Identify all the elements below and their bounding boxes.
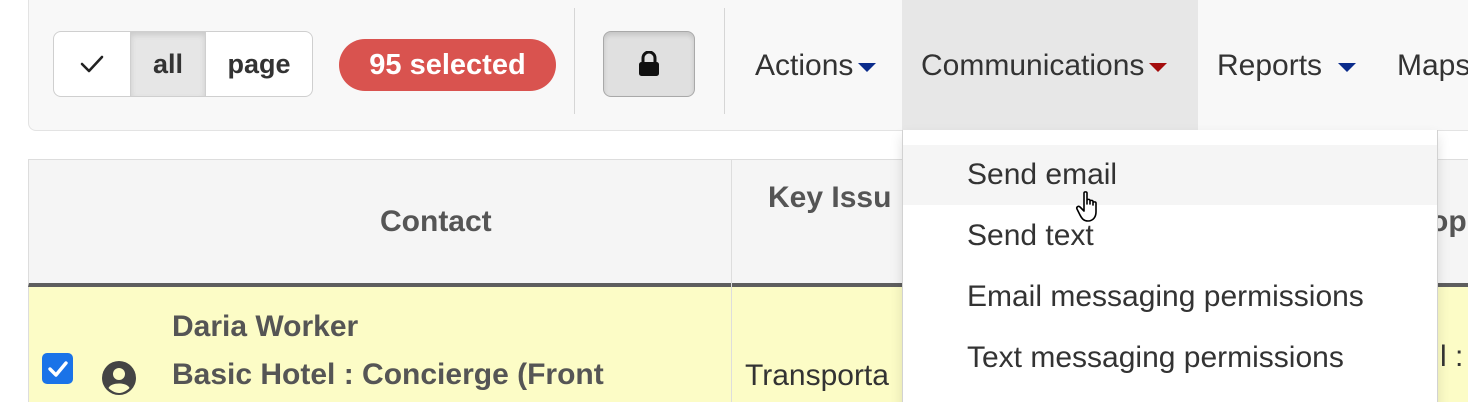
communications-menu-label: Communications bbox=[921, 48, 1145, 82]
select-all-button[interactable]: all bbox=[131, 32, 206, 96]
select-page-button[interactable]: page bbox=[206, 32, 312, 96]
text-permissions-menu-item[interactable]: Text messaging permissions bbox=[903, 328, 1437, 388]
toolbar-divider bbox=[574, 8, 575, 114]
select-toggle-button[interactable] bbox=[54, 32, 131, 96]
row-checkbox[interactable] bbox=[42, 353, 73, 384]
communications-dropdown-menu: Send email Send text Email messaging per… bbox=[902, 130, 1438, 402]
key-issues-column-header[interactable]: Key Issu bbox=[768, 181, 891, 215]
checkmark-icon bbox=[47, 360, 68, 377]
hand-pointer-cursor-icon bbox=[1075, 191, 1097, 222]
third-column-cell: l : bbox=[1440, 340, 1464, 373]
maps-menu-label: Maps bbox=[1397, 48, 1468, 82]
column-divider bbox=[731, 160, 732, 402]
lock-button[interactable] bbox=[603, 31, 695, 97]
communications-menu[interactable]: Communications bbox=[902, 0, 1198, 131]
actions-menu-label: Actions bbox=[755, 48, 854, 82]
reports-menu-label: Reports bbox=[1217, 48, 1323, 82]
caret-down-icon bbox=[858, 63, 877, 72]
contact-name[interactable]: Daria Worker bbox=[172, 310, 358, 344]
maps-menu[interactable]: Maps bbox=[1397, 0, 1468, 131]
lock-icon bbox=[639, 51, 659, 76]
contact-column-header[interactable]: Contact bbox=[380, 205, 492, 239]
send-email-menu-item[interactable]: Send email bbox=[903, 145, 1437, 205]
send-text-menu-item[interactable]: Send text bbox=[903, 206, 1437, 266]
reports-menu[interactable]: Reports bbox=[1217, 0, 1357, 131]
checkmark-icon bbox=[80, 55, 104, 73]
email-permissions-menu-item[interactable]: Email messaging permissions bbox=[903, 267, 1437, 327]
selection-button-group: all page bbox=[53, 31, 313, 97]
caret-down-icon bbox=[1149, 63, 1168, 72]
selected-count-badge: 95 selected bbox=[339, 39, 556, 91]
key-issue-cell: Transporta bbox=[745, 359, 889, 392]
user-avatar-icon bbox=[102, 361, 136, 395]
contact-employer: Basic Hotel : Concierge (Front bbox=[172, 358, 604, 391]
toolbar-divider bbox=[724, 8, 725, 114]
caret-down-icon bbox=[1338, 63, 1357, 72]
actions-menu[interactable]: Actions bbox=[755, 0, 877, 131]
